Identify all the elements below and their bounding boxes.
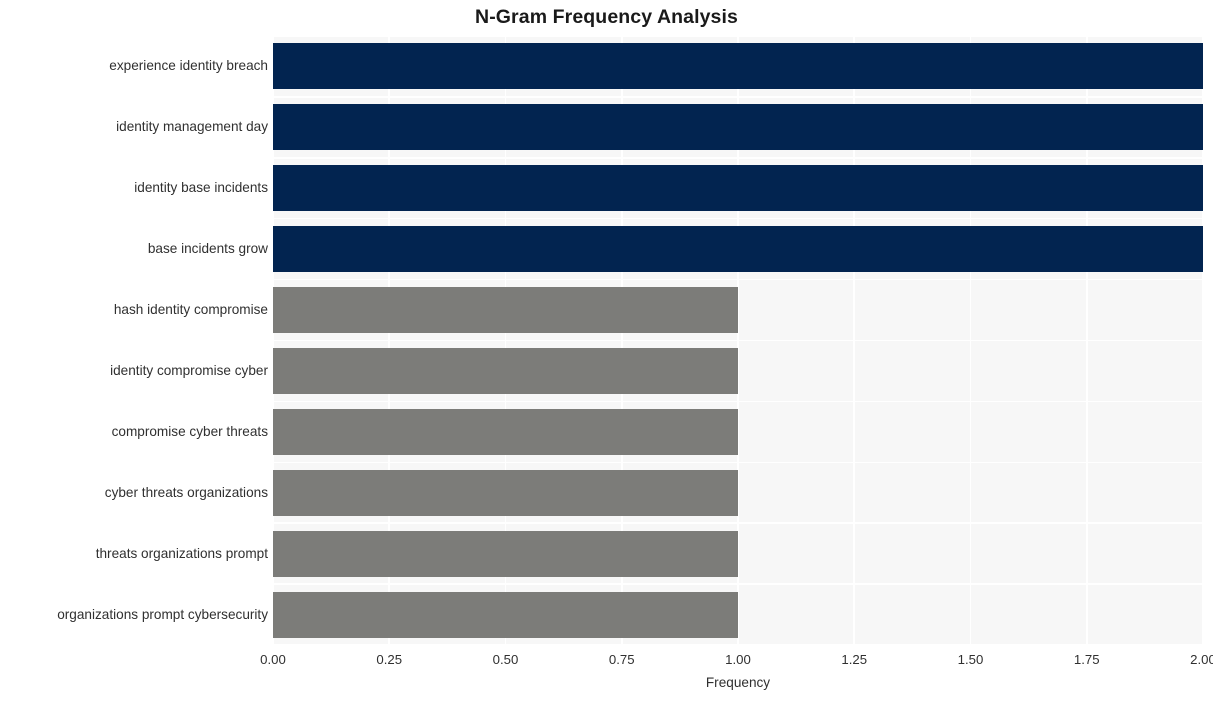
x-axis-tick-label: 0.25 — [376, 652, 403, 667]
bar — [273, 469, 738, 516]
gridline-horizontal — [273, 217, 1203, 220]
gridline-horizontal — [273, 96, 1203, 98]
y-axis-tick-label: base incidents grow — [147, 241, 268, 257]
x-axis-tick-label: 1.25 — [841, 652, 868, 667]
gridline-horizontal — [273, 36, 1203, 37]
chart-figure: N-Gram Frequency Analysis experience ide… — [0, 0, 1213, 701]
y-axis-tick-label: identity base incidents — [134, 180, 268, 196]
y-axis-tick-label: hash identity compromise — [113, 302, 268, 318]
gridline-horizontal — [273, 583, 1203, 585]
page-title: N-Gram Frequency Analysis — [475, 6, 738, 28]
bar — [273, 408, 738, 455]
bar — [273, 43, 1203, 90]
x-axis-tick-label: 0.75 — [608, 652, 635, 667]
bar — [273, 347, 738, 394]
y-axis-tick-label: threats organizations prompt — [95, 545, 268, 561]
y-axis-tick-label: cyber threats organizations — [104, 484, 268, 500]
x-axis-tick-label: 1.75 — [1073, 652, 1100, 667]
bar — [273, 226, 1203, 273]
gridline-horizontal — [273, 278, 1203, 281]
x-axis-tick-label: 0.50 — [492, 652, 519, 667]
bar — [273, 165, 1203, 212]
bar — [273, 104, 1203, 151]
y-axis-tick-label: identity management day — [116, 119, 268, 135]
gridline-horizontal — [273, 339, 1203, 342]
x-axis-tick-label: 2.00 — [1190, 652, 1213, 667]
y-axis-tick-label: identity compromise cyber — [110, 362, 268, 378]
plot-area — [273, 36, 1203, 645]
x-axis-title: Frequency — [705, 675, 771, 690]
x-axis-tick-label: 0.00 — [260, 652, 286, 667]
bar — [273, 591, 738, 638]
x-axis-tick-label: 1.50 — [957, 652, 984, 667]
y-axis-tick-label: compromise cyber threats — [111, 423, 268, 439]
gridline-horizontal — [273, 644, 1203, 645]
gridline-horizontal — [273, 522, 1203, 524]
x-axis-tick-label: 1.00 — [725, 652, 751, 667]
y-axis-tick-label: experience identity breach — [109, 58, 268, 74]
gridline-horizontal — [273, 400, 1203, 403]
y-axis-tick-label: organizations prompt cybersecurity — [57, 606, 268, 622]
bar — [273, 287, 738, 334]
gridline-horizontal — [273, 157, 1203, 159]
bar — [273, 530, 738, 577]
gridline-horizontal — [273, 461, 1203, 464]
